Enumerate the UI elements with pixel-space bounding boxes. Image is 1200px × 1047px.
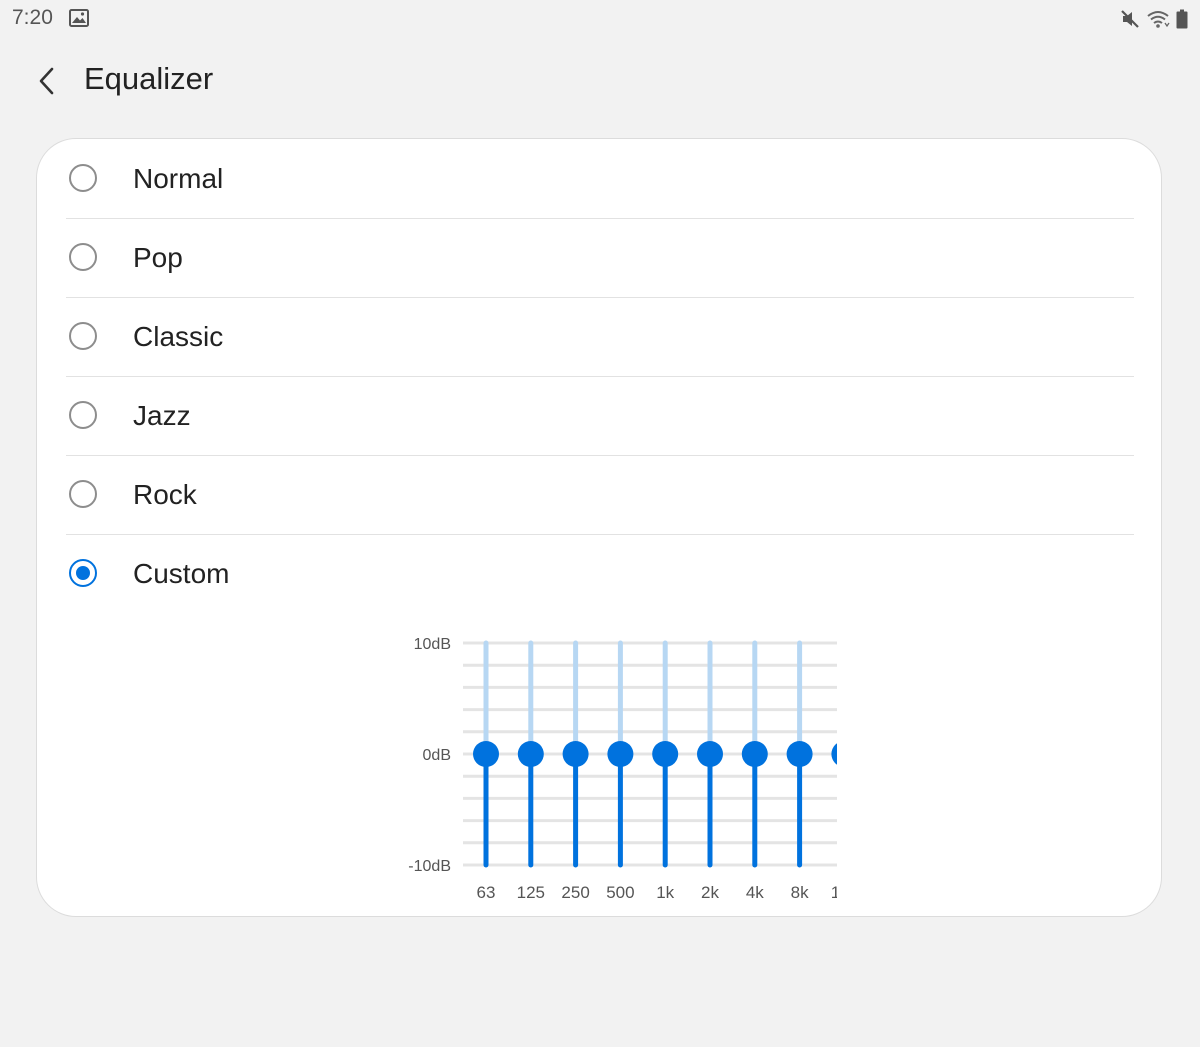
preset-label: Classic (133, 321, 224, 352)
radio-button[interactable] (69, 164, 97, 192)
y-axis-label: 10dB (414, 636, 451, 653)
y-axis-label: 0dB (423, 747, 451, 764)
preset-option-classic[interactable]: Classic (66, 298, 1134, 377)
frequency-label: 8k (791, 883, 809, 902)
radio-button-selected[interactable] (69, 559, 97, 587)
preset-label: Custom (133, 558, 230, 589)
frequency-label: 16k (831, 883, 837, 902)
preset-option-rock[interactable]: Rock (66, 456, 1134, 535)
slider-thumb[interactable] (652, 741, 679, 767)
slider-thumb[interactable] (786, 741, 813, 767)
status-time: 7:20 (12, 6, 53, 29)
radio-button[interactable] (69, 322, 97, 350)
app-header: Equalizer (0, 50, 1200, 110)
frequency-label: 1k (656, 883, 674, 902)
preset-option-custom[interactable]: Custom (66, 535, 1134, 613)
preset-list: Normal Pop Classic Jazz Rock Custom (66, 140, 1134, 613)
slider-thumb[interactable] (473, 741, 499, 767)
battery-icon (1176, 9, 1188, 29)
wifi-icon (1147, 11, 1170, 28)
preset-option-pop[interactable]: Pop (66, 219, 1134, 298)
frequency-label: 2k (701, 883, 719, 902)
slider-thumb[interactable] (697, 741, 723, 767)
radio-button[interactable] (69, 243, 97, 271)
frequency-label: 63 (477, 883, 496, 902)
mute-icon (1121, 10, 1139, 28)
slider-thumb[interactable] (831, 741, 837, 767)
slider-thumb[interactable] (607, 741, 634, 767)
preset-option-normal[interactable]: Normal (66, 140, 1134, 219)
equalizer-card: Normal Pop Classic Jazz Rock Custom 10dB… (36, 138, 1162, 917)
preset-label: Jazz (133, 400, 191, 431)
preset-label: Normal (133, 163, 224, 194)
status-icons (1120, 8, 1188, 30)
frequency-label: 4k (746, 883, 764, 902)
chevron-left-icon (39, 67, 54, 95)
radio-button[interactable] (69, 401, 97, 429)
y-axis-label: -10dB (408, 858, 451, 875)
frequency-label: 125 (517, 883, 545, 902)
equalizer-chart: 10dB 0dB -10dB 63 125 250 500 1k 2k 4k 8k 16k (408, 636, 837, 902)
preset-label: Rock (133, 479, 197, 510)
slider-thumb[interactable] (562, 741, 589, 767)
page-title: Equalizer (84, 61, 214, 96)
back-button[interactable] (26, 60, 68, 102)
preset-option-jazz[interactable]: Jazz (66, 377, 1134, 456)
gallery-icon (69, 9, 89, 27)
radio-button[interactable] (69, 480, 97, 508)
status-bar: 7:20 (0, 0, 1200, 38)
frequency-label: 250 (561, 883, 589, 902)
slider-thumb[interactable] (517, 741, 544, 767)
frequency-label: 500 (606, 883, 634, 902)
slider-thumb[interactable] (741, 741, 768, 767)
preset-label: Pop (133, 242, 183, 273)
